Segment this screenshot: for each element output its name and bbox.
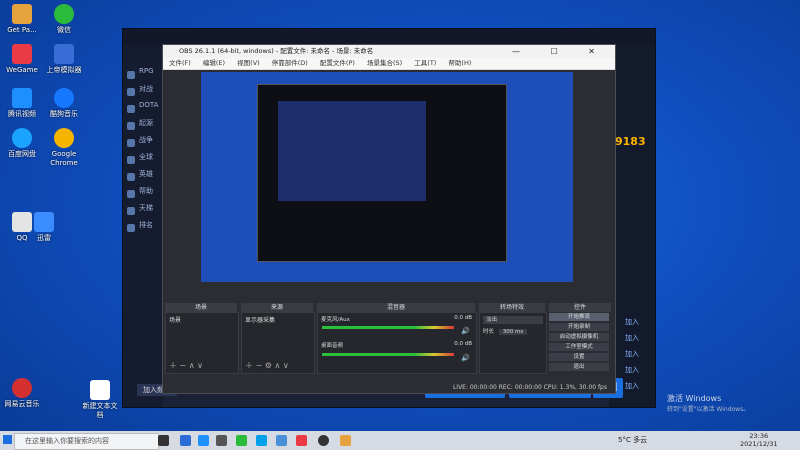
menu-help[interactable]: 帮助(H): [448, 59, 471, 67]
clock-date: 2021/12/31: [740, 440, 778, 448]
desktop-icon-getpa[interactable]: Get Pa...: [2, 4, 42, 35]
transition-select[interactable]: 淡出: [483, 316, 543, 324]
nested-preview: [257, 84, 507, 262]
scenes-panel-header: 场景: [165, 303, 237, 312]
desktop-icon-wechat[interactable]: 微信: [44, 4, 84, 35]
controls-panel-header: 控件: [549, 303, 611, 312]
game-sidebar-item[interactable]: 帮助: [123, 186, 163, 203]
game-sidebar-item[interactable]: DOTA: [123, 101, 163, 118]
game-number: 9183: [615, 135, 646, 148]
mixer-track-db: 0.0 dB: [454, 341, 472, 347]
activate-windows-watermark: 激活 Windows 转到"设置"以激活 Windows。: [667, 393, 749, 415]
obs-menubar: 文件(F) 编辑(E) 视图(V) 停靠部件(D) 配置文件(P) 场景集合(S…: [163, 58, 615, 70]
transitions-panel-header: 转场特效: [479, 303, 545, 312]
game-sidebar-item[interactable]: 对战: [123, 84, 163, 101]
scene-tools[interactable]: ＋ − ∧ ∨: [169, 360, 203, 371]
start-streaming-button[interactable]: 开始推流: [549, 313, 609, 321]
obs-title: OBS 26.1.1 (64-bit, windows) - 配置文件: 未命名…: [179, 47, 374, 55]
obs-status-text: LIVE: 00:00:00 REC: 00:00:00 CPU: 1.3%, …: [452, 384, 607, 391]
obs-taskbar-icon[interactable]: [318, 435, 329, 446]
menu-view[interactable]: 视图(V): [237, 59, 260, 67]
duration-label: 时长: [483, 329, 495, 335]
game-sidebar-item[interactable]: 起源: [123, 118, 163, 135]
edge-icon[interactable]: [198, 435, 209, 446]
desktop-icon-chrome[interactable]: Google Chrome: [44, 128, 84, 168]
mixer-track-db: 0.0 dB: [454, 315, 472, 321]
obs-titlebar: OBS 26.1.1 (64-bit, windows) - 配置文件: 未命名…: [163, 45, 615, 58]
mixer-track-name: 麦克风/Aux: [321, 317, 350, 323]
menu-profile[interactable]: 配置文件(P): [320, 59, 355, 67]
start-recording-button[interactable]: 开始录制: [549, 323, 609, 331]
mixer-panel-header: 混音器: [317, 303, 475, 312]
game-sidebar-item[interactable]: 战争: [123, 135, 163, 152]
mixer-track: 麦克风/Aux 0.0 dB: [318, 313, 476, 325]
desktop-icon-baidu-pan[interactable]: 百度网盘: [2, 128, 42, 159]
mixer-panel: 麦克风/Aux 0.0 dB 🔊 桌面音频 0.0 dB 🔊: [317, 312, 477, 374]
weather-widget[interactable]: 5°C 多云: [618, 435, 647, 445]
obs-window: OBS 26.1.1 (64-bit, windows) - 配置文件: 未命名…: [162, 44, 616, 394]
mixer-track-name: 桌面音频: [321, 343, 344, 349]
audio-meter: [322, 353, 454, 356]
desktop-icon-tencent-video[interactable]: 腾讯视频: [2, 88, 42, 119]
desktop-icon-wegame[interactable]: WeGame: [2, 44, 42, 75]
scene-item[interactable]: 场景: [166, 313, 238, 326]
start-icon[interactable]: [3, 435, 12, 444]
obs-preview-canvas[interactable]: [201, 72, 573, 282]
desktop-icon-kugou[interactable]: 酷狗音乐: [44, 88, 84, 119]
activate-sub: 转到"设置"以激活 Windows。: [667, 406, 750, 413]
game-taskbar-icon[interactable]: [340, 435, 351, 446]
studio-mode-button[interactable]: 工作室模式: [549, 343, 609, 351]
menu-docks[interactable]: 停靠部件(D): [272, 59, 308, 67]
taskbar: 在这里输入你要搜索的内容 5°C 多云 23:36 2021/12/31: [0, 431, 800, 450]
desktop-icon-god-sim[interactable]: 上帝模拟器: [44, 44, 84, 75]
source-tools[interactable]: ＋ − ⚙ ∧ ∨: [245, 360, 289, 371]
clock-time: 23:36: [749, 432, 769, 440]
wechat-icon[interactable]: [236, 435, 247, 446]
start-virtual-camera-button[interactable]: 启动虚拟摄像机: [549, 333, 609, 341]
mixer-track: 桌面音频 0.0 dB: [318, 325, 476, 349]
sources-panel-header: 来源: [241, 303, 313, 312]
speaker-icon[interactable]: 🔊: [461, 354, 470, 362]
settings-button[interactable]: 设置: [549, 353, 609, 361]
taskbar-search-input[interactable]: 在这里输入你要搜索的内容: [14, 433, 159, 450]
desktop-icon-text-doc[interactable]: 新建文本文档: [80, 380, 120, 420]
scenes-panel: 场景 ＋ − ∧ ∨: [165, 312, 239, 374]
menu-tools[interactable]: 工具(T): [414, 59, 436, 67]
menu-scene-collection[interactable]: 场景集合(S): [367, 59, 402, 67]
game-sidebar-item[interactable]: RPG: [123, 67, 163, 84]
obs-statusbar: LIVE: 00:00:00 REC: 00:00:00 CPU: 1.3%, …: [163, 382, 615, 393]
exit-button[interactable]: 退出: [549, 363, 609, 371]
nested-preview-inner: [278, 101, 426, 201]
store-icon[interactable]: [216, 435, 227, 446]
source-item[interactable]: 显示器采集: [242, 313, 314, 326]
desktop-icon-netease-music[interactable]: 网易云音乐: [2, 378, 42, 409]
menu-file[interactable]: 文件(F): [169, 59, 191, 67]
explorer-icon[interactable]: [180, 435, 191, 446]
task-view-icon[interactable]: [158, 435, 169, 446]
app-icon[interactable]: [296, 435, 307, 446]
game-titlebar: [123, 29, 655, 45]
activate-title: 激活 Windows: [667, 394, 722, 403]
transitions-panel: 淡出 时长 300 ms: [479, 312, 547, 374]
sources-panel: 显示器采集 ＋ − ⚙ ∧ ∨: [241, 312, 315, 374]
duration-input[interactable]: 300 ms: [498, 329, 528, 335]
window-controls[interactable]: — ☐ ✕: [512, 45, 609, 58]
game-sidebar-item[interactable]: 排名: [123, 220, 163, 237]
app-icon[interactable]: [276, 435, 287, 446]
menu-edit[interactable]: 编辑(E): [203, 59, 225, 67]
game-sidebar-item[interactable]: 天梯: [123, 203, 163, 220]
desktop-icon-xunlei[interactable]: 迅雷: [24, 212, 64, 243]
game-sidebar-item[interactable]: 全球: [123, 152, 163, 169]
clock[interactable]: 23:36 2021/12/31: [740, 432, 777, 448]
app-icon[interactable]: [256, 435, 267, 446]
game-sidebar: RPG 对战 DOTA 起源 战争 全球 英雄 帮助 天梯 排名: [123, 45, 163, 407]
game-sidebar-item[interactable]: 英雄: [123, 169, 163, 186]
